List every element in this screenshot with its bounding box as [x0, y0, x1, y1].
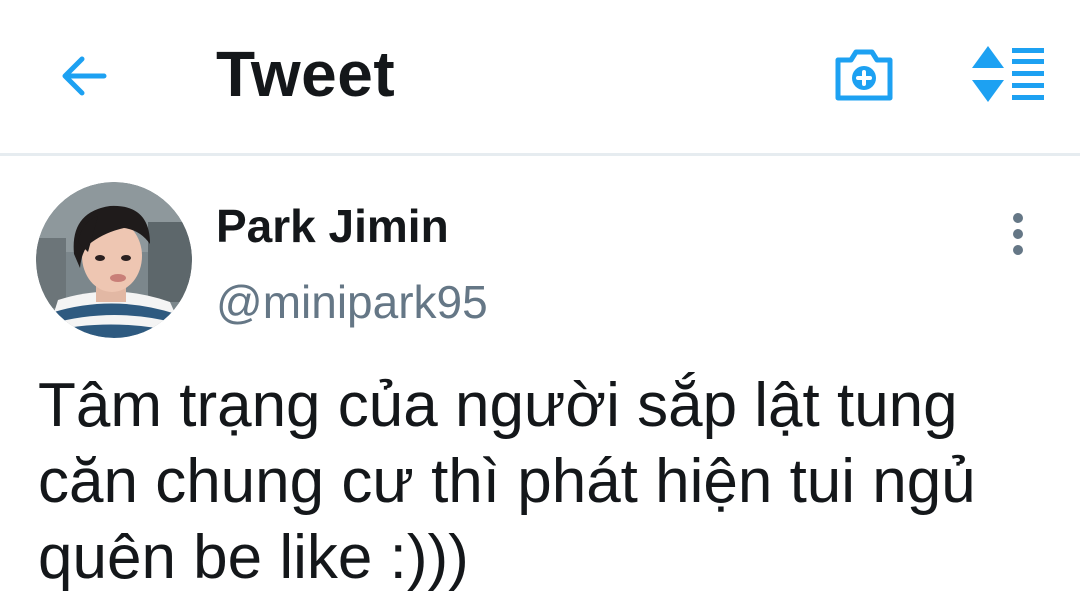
avatar[interactable]	[36, 182, 192, 338]
tweet-detail-screen: Tweet Park Jimin @minipark95 Tâm trạng c…	[0, 0, 1080, 593]
back-button[interactable]	[52, 44, 116, 108]
top-app-bar: Tweet	[0, 0, 1080, 156]
page-title: Tweet	[216, 38, 396, 110]
profile-photo-icon	[36, 182, 192, 338]
add-photo-button[interactable]	[828, 38, 900, 110]
author-handle[interactable]: @minipark95	[216, 274, 488, 330]
more-vertical-icon	[1013, 213, 1023, 255]
arrow-left-icon	[62, 56, 107, 96]
author-display-name[interactable]: Park Jimin	[216, 198, 449, 254]
tweet-text: Tâm trạng của người sắp lật tung căn chu…	[38, 371, 976, 592]
camera-add-icon	[835, 49, 893, 101]
sort-lines-icon	[972, 46, 1044, 102]
tweet-options-button[interactable]	[996, 206, 1040, 262]
sort-replies-button[interactable]	[966, 40, 1050, 108]
